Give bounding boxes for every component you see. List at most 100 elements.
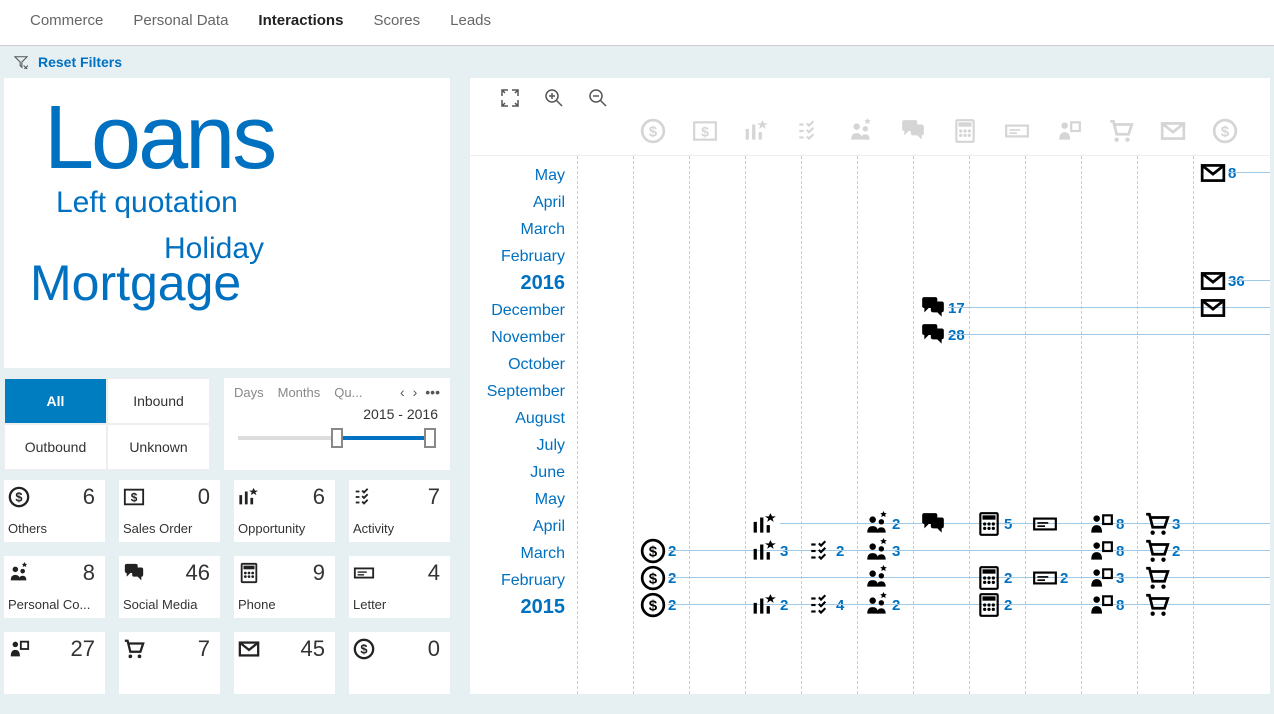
col-header-people-box[interactable] (1056, 118, 1082, 147)
month-label[interactable]: July (470, 432, 565, 459)
timeline-chart[interactable]: 8 36 17 28 2 5 8 3 2 3 2 3 8 2 2 (575, 156, 1270, 694)
col-header-dollar[interactable] (1212, 118, 1238, 147)
col-header-people-star[interactable] (848, 118, 874, 147)
tile-Phone[interactable]: 9 Phone (234, 556, 335, 618)
timeline-event[interactable]: 2 (640, 592, 676, 618)
timeline-event[interactable]: 8 (1088, 511, 1124, 537)
tile-Opportunity[interactable]: 6 Opportunity (234, 480, 335, 542)
timeline-event[interactable] (864, 565, 892, 591)
dir-inbound[interactable]: Inbound (107, 378, 210, 424)
timeline-event[interactable]: 3 (752, 538, 788, 564)
month-label[interactable]: September (470, 378, 565, 405)
timeline-event[interactable]: 2 (864, 592, 900, 618)
nav-commerce[interactable]: Commerce (30, 12, 103, 29)
nav-scores[interactable]: Scores (373, 12, 420, 29)
scale-months[interactable]: Months (278, 385, 321, 400)
tile-Social Media[interactable]: 46 Social Media (119, 556, 220, 618)
timeline-event[interactable]: 2 (1144, 538, 1180, 564)
tile-Others[interactable]: 6 Others (4, 480, 105, 542)
timeline-event[interactable]: 2 (808, 538, 844, 564)
timeline-event[interactable]: 36 (1200, 268, 1245, 294)
col-header-dollar-box[interactable] (692, 118, 718, 147)
tile-Sales Order[interactable]: 0 Sales Order (119, 480, 220, 542)
nav-leads[interactable]: Leads (450, 12, 491, 29)
tile-Letter[interactable]: 4 Letter (349, 556, 450, 618)
tile-11[interactable]: 0 (349, 632, 450, 694)
tile-Personal Co...[interactable]: 8 Personal Co... (4, 556, 105, 618)
timeline-event[interactable] (752, 511, 780, 537)
timeline-event[interactable]: 3 (864, 538, 900, 564)
slider-thumb-start[interactable] (331, 428, 343, 448)
timeline-event[interactable]: 2 (976, 565, 1012, 591)
col-header-chat[interactable] (900, 118, 926, 147)
month-label[interactable]: August (470, 405, 565, 432)
timeline-event[interactable] (1032, 511, 1060, 537)
month-label[interactable]: February (470, 567, 565, 594)
scale-next[interactable]: › (413, 384, 418, 400)
col-header-mail[interactable] (1160, 118, 1186, 147)
month-label[interactable]: 2016 (470, 270, 565, 297)
scale-more-icon[interactable]: ••• (425, 384, 440, 400)
timeline-event[interactable]: 28 (920, 322, 965, 348)
timeline-event[interactable]: 3 (1088, 565, 1124, 591)
timeline-event[interactable]: 8 (1088, 592, 1124, 618)
timeline-event[interactable]: 3 (1144, 511, 1180, 537)
time-slider[interactable] (238, 436, 436, 440)
month-label[interactable]: February (470, 243, 565, 270)
reset-filters-link[interactable]: Reset Filters (38, 54, 122, 70)
scale-prev[interactable]: ‹ (400, 384, 405, 400)
word-loans[interactable]: Loans (44, 96, 430, 182)
col-header-chart-star[interactable] (744, 118, 770, 147)
scale-days[interactable]: Days (234, 385, 264, 400)
col-header-checklist[interactable] (796, 118, 822, 147)
month-label[interactable]: May (470, 486, 565, 513)
timeline-event[interactable]: 4 (808, 592, 844, 618)
expand-icon[interactable] (500, 88, 520, 108)
timeline-event[interactable] (1144, 565, 1172, 591)
tile-8[interactable]: 27 (4, 632, 105, 694)
nav-personal-data[interactable]: Personal Data (133, 12, 228, 29)
col-header-cart[interactable] (1108, 118, 1134, 147)
timeline-event[interactable]: 8 (1088, 538, 1124, 564)
month-label[interactable]: March (470, 216, 565, 243)
month-label[interactable]: April (470, 189, 565, 216)
month-label[interactable]: April (470, 513, 565, 540)
timeline-event[interactable]: 2 (640, 538, 676, 564)
scale-quarters[interactable]: Qu... (334, 385, 362, 400)
month-label[interactable]: 2015 (470, 594, 565, 621)
tile-10[interactable]: 45 (234, 632, 335, 694)
dir-unknown[interactable]: Unknown (107, 424, 210, 470)
month-label[interactable]: June (470, 459, 565, 486)
nav-interactions[interactable]: Interactions (258, 12, 343, 29)
timeline-event[interactable] (920, 511, 948, 537)
tile-count: 8 (83, 560, 95, 586)
timeline-event[interactable]: 17 (920, 295, 965, 321)
zoom-in-icon[interactable] (544, 88, 564, 108)
month-label[interactable]: December (470, 297, 565, 324)
slider-thumb-end[interactable] (424, 428, 436, 448)
col-header-calc[interactable] (952, 118, 978, 147)
timeline-event[interactable]: 5 (976, 511, 1012, 537)
tile-9[interactable]: 7 (119, 632, 220, 694)
timeline-event[interactable]: 2 (640, 565, 676, 591)
word-left-quotation[interactable]: Left quotation (56, 186, 430, 220)
col-header-label[interactable] (1004, 118, 1030, 147)
tile-Activity[interactable]: 7 Activity (349, 480, 450, 542)
col-header-dollar[interactable] (640, 118, 666, 147)
timeline-event[interactable] (1200, 295, 1228, 321)
word-mortgage[interactable]: Mortgage (30, 254, 430, 312)
zoom-out-icon[interactable] (588, 88, 608, 108)
dir-outbound[interactable]: Outbound (4, 424, 107, 470)
timeline-event[interactable]: 2 (976, 592, 1012, 618)
timeline-event[interactable]: 2 (1032, 565, 1068, 591)
month-label[interactable]: May (470, 162, 565, 189)
event-count: 4 (836, 597, 844, 614)
timeline-event[interactable] (1144, 592, 1172, 618)
month-label[interactable]: March (470, 540, 565, 567)
timeline-event[interactable]: 2 (864, 511, 900, 537)
timeline-event[interactable]: 2 (752, 592, 788, 618)
month-label[interactable]: November (470, 324, 565, 351)
month-label[interactable]: October (470, 351, 565, 378)
timeline-event[interactable]: 8 (1200, 160, 1236, 186)
dir-all[interactable]: All (4, 378, 107, 424)
